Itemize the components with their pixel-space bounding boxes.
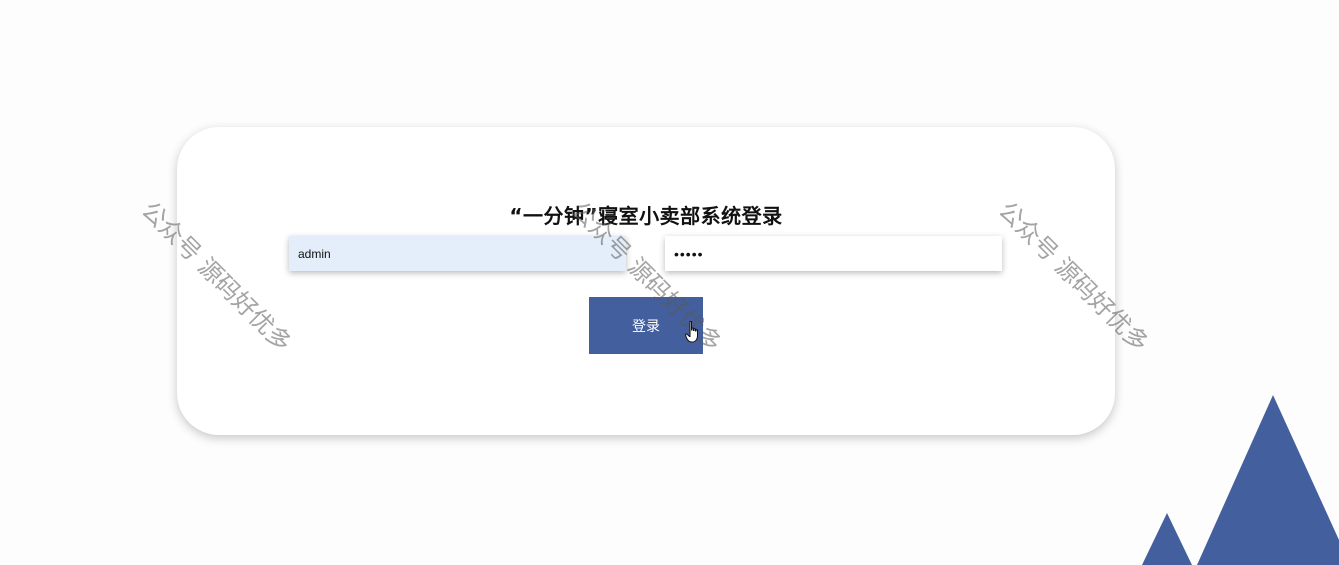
login-title: “一分钟”寝室小卖部系统登录 bbox=[509, 204, 783, 228]
password-input[interactable] bbox=[665, 236, 1002, 271]
mountains-icon bbox=[1142, 395, 1339, 565]
hand-pointer-icon bbox=[685, 321, 698, 343]
username-input[interactable] bbox=[289, 236, 626, 271]
login-card: “一分钟”寝室小卖部系统登录 登录 bbox=[177, 127, 1115, 435]
